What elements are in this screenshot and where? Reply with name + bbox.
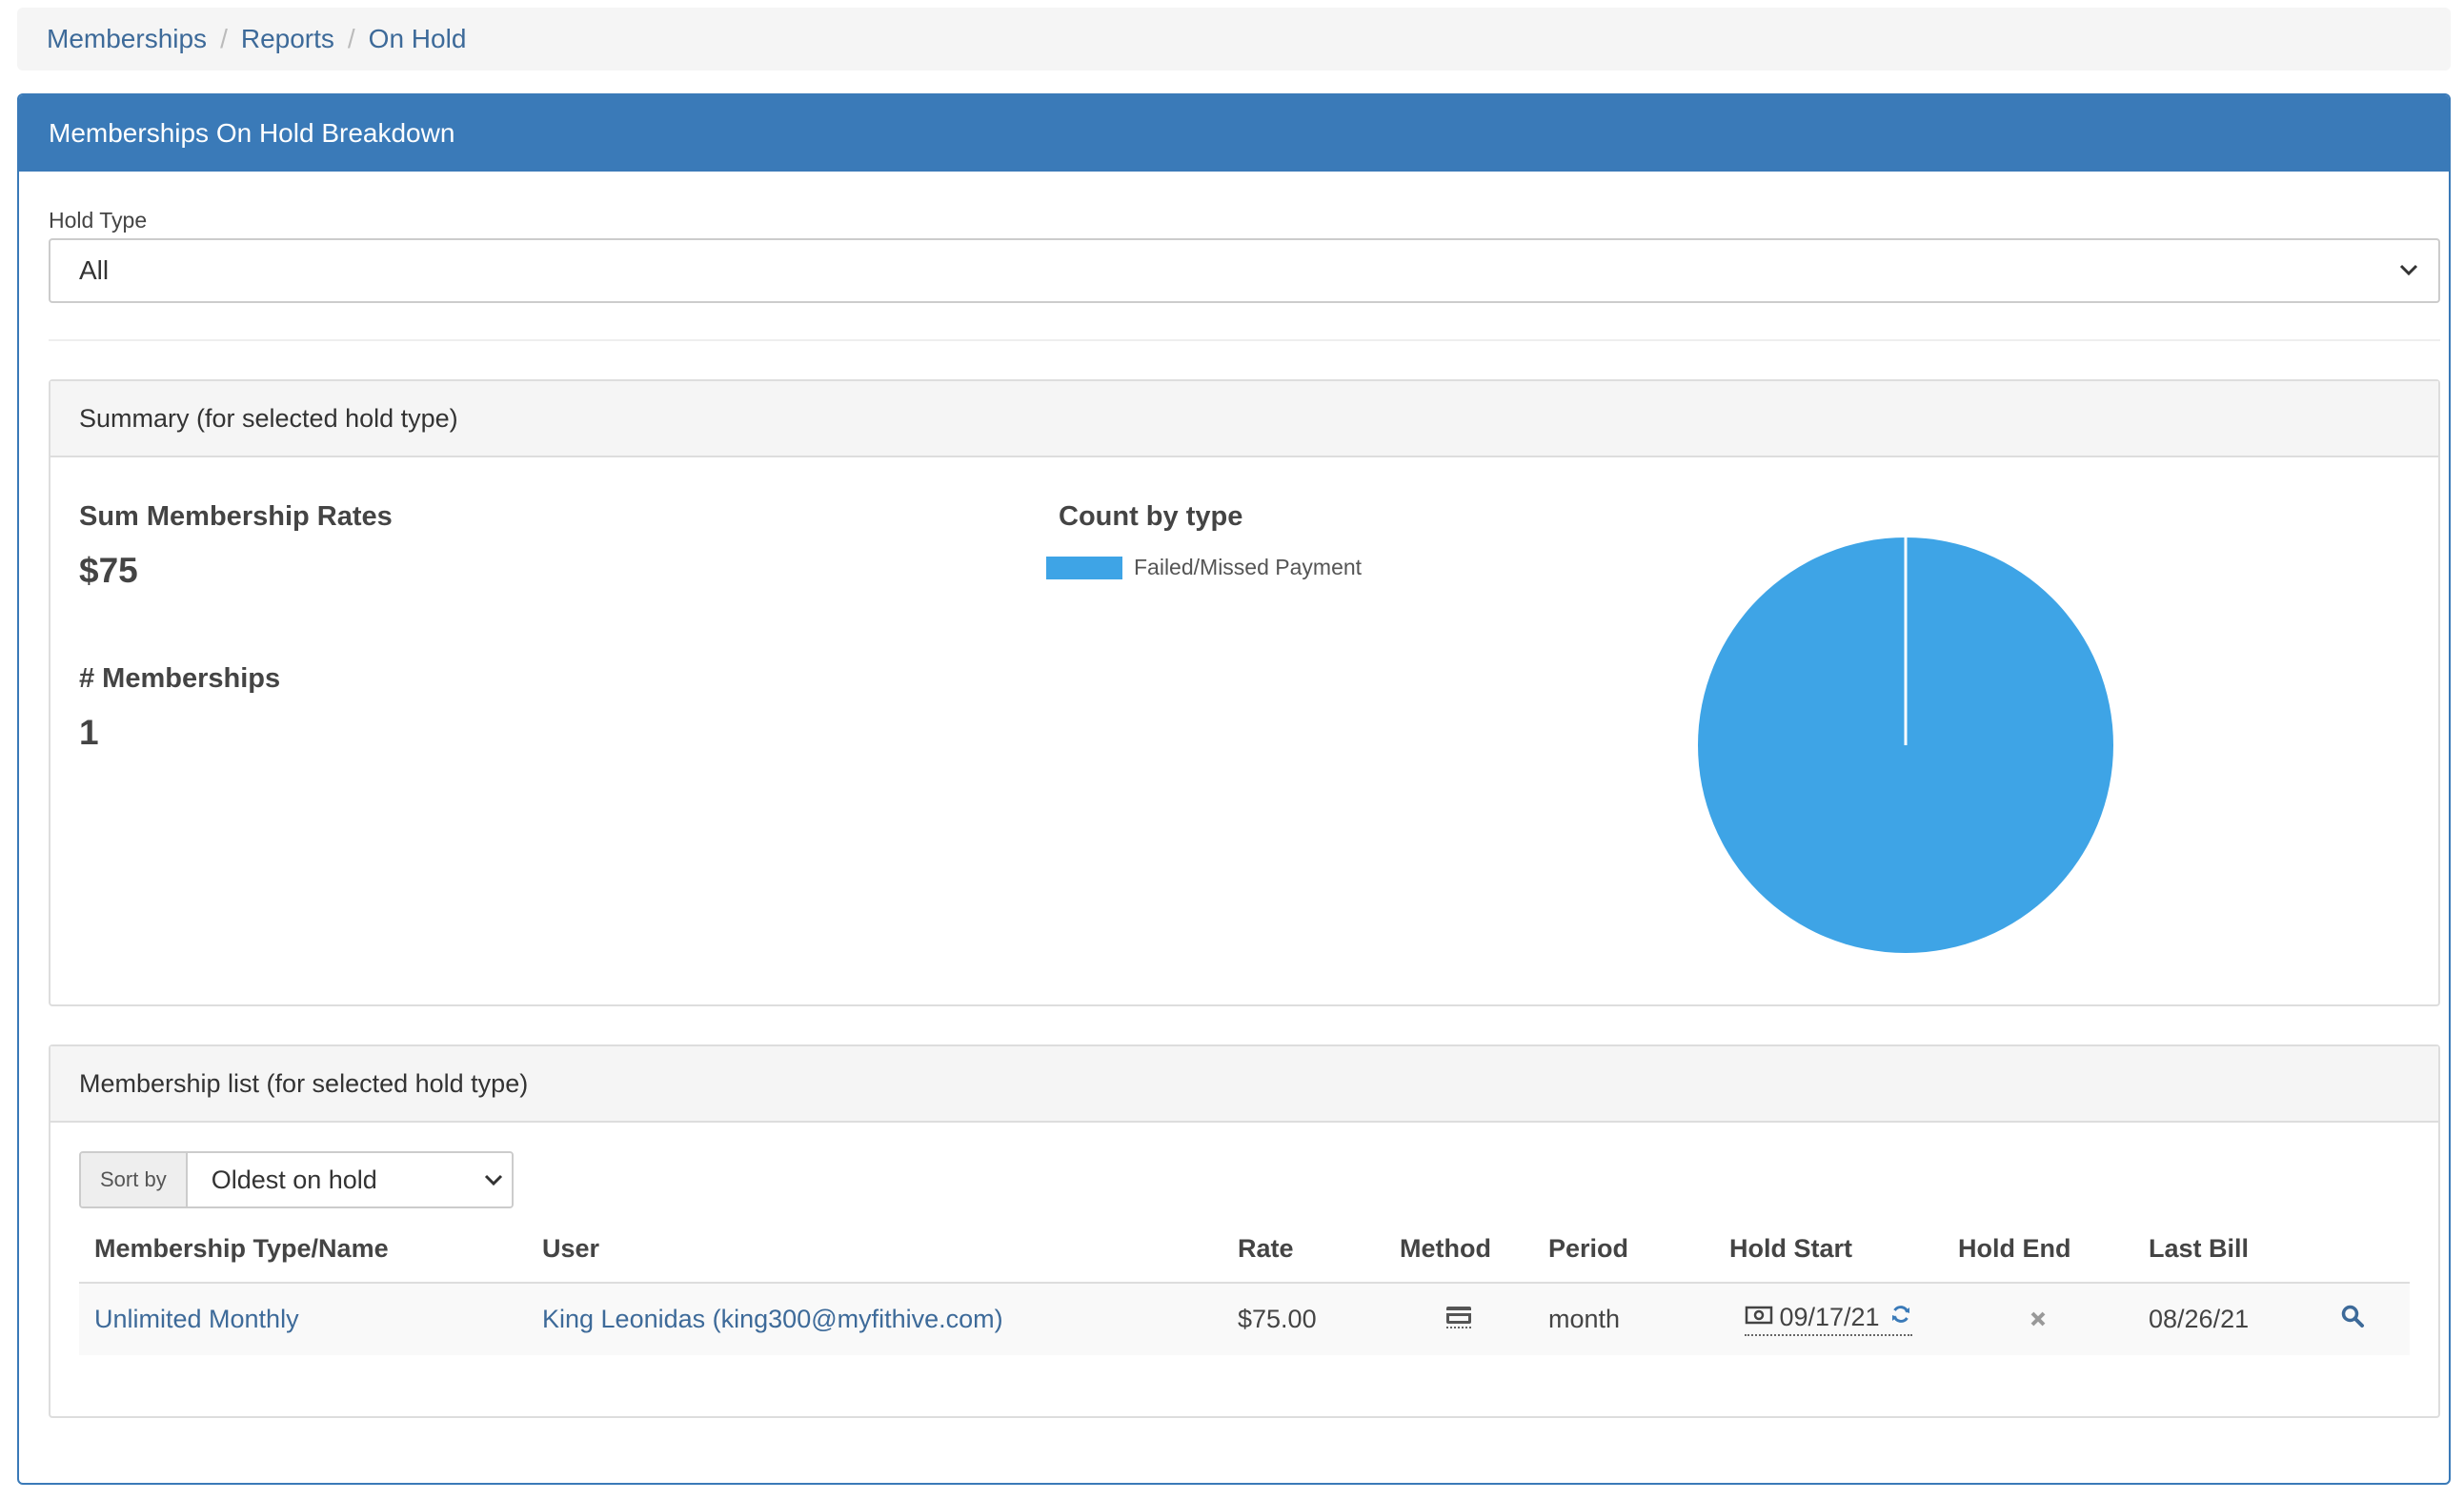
membership-name-link[interactable]: Unlimited Monthly: [94, 1305, 299, 1333]
col-membership-type: Membership Type/Name: [79, 1216, 527, 1284]
sort-label: Sort by: [81, 1153, 188, 1206]
col-period: Period: [1533, 1216, 1714, 1284]
hold-start-value[interactable]: 09/17/21: [1745, 1303, 1912, 1336]
hold-type-label: Hold Type: [49, 208, 148, 233]
hold-type-value: All: [79, 255, 110, 285]
col-method: Method: [1384, 1216, 1533, 1284]
breadcrumb: Memberships / Reports / On Hold: [17, 8, 2451, 71]
breadcrumb-separator: /: [220, 24, 228, 53]
search-icon[interactable]: [2340, 1304, 2365, 1335]
user-link[interactable]: King Leonidas (king300@myfithive.com): [542, 1305, 1003, 1333]
col-hold-end: Hold End: [1943, 1216, 2133, 1284]
col-rate: Rate: [1222, 1216, 1384, 1284]
breadcrumb-reports[interactable]: Reports: [241, 24, 334, 54]
period-cell: month: [1533, 1283, 1714, 1355]
summary-title: Summary (for selected hold type): [50, 381, 2438, 457]
table-header-row: Membership Type/Name User Rate Method Pe…: [79, 1216, 2410, 1284]
hold-type-select[interactable]: All: [49, 238, 2440, 303]
refresh-icon: [1889, 1303, 1912, 1332]
col-actions: [2295, 1216, 2410, 1284]
rate-cell: $75.00: [1222, 1283, 1384, 1355]
divider: [49, 339, 2440, 341]
breadcrumb-current: On Hold: [368, 24, 467, 53]
chart-legend: Failed/Missed Payment: [1046, 555, 1362, 580]
hold-start-date: 09/17/21: [1779, 1303, 1880, 1331]
membership-list-title: Membership list (for selected hold type): [50, 1046, 2438, 1123]
membership-list-panel: Membership list (for selected hold type)…: [49, 1044, 2440, 1418]
col-user: User: [527, 1216, 1222, 1284]
sort-select[interactable]: Oldest on hold: [187, 1153, 512, 1206]
breadcrumb-memberships[interactable]: Memberships: [47, 24, 207, 54]
credit-card-icon[interactable]: [1444, 1302, 1473, 1337]
sort-value: Oldest on hold: [211, 1165, 377, 1194]
pie-chart: [1698, 537, 2113, 953]
chevron-down-icon: [2396, 257, 2421, 282]
memberships-count-label: # Memberships: [79, 663, 281, 694]
chevron-down-icon: [481, 1167, 506, 1192]
memberships-count-value: 1: [79, 713, 99, 752]
breadcrumb-separator: /: [347, 24, 355, 53]
money-icon: [1745, 1303, 1773, 1332]
panel-title: Memberships On Hold Breakdown: [19, 95, 2449, 172]
sum-rates-value: $75: [79, 551, 138, 590]
sort-control: Sort by Oldest on hold: [79, 1151, 514, 1208]
sum-rates-label: Sum Membership Rates: [79, 501, 393, 532]
chart-title: Count by type: [1059, 501, 1243, 532]
membership-table: Membership Type/Name User Rate Method Pe…: [79, 1216, 2410, 1355]
legend-label: Failed/Missed Payment: [1134, 555, 1363, 579]
last-bill-cell: 08/26/21: [2133, 1283, 2295, 1355]
table-row: Unlimited Monthly King Leonidas (king300…: [79, 1283, 2410, 1355]
col-hold-start: Hold Start: [1714, 1216, 1943, 1284]
legend-swatch: [1046, 556, 1122, 579]
col-last-bill: Last Bill: [2133, 1216, 2295, 1284]
x-icon: [2029, 1306, 2048, 1335]
